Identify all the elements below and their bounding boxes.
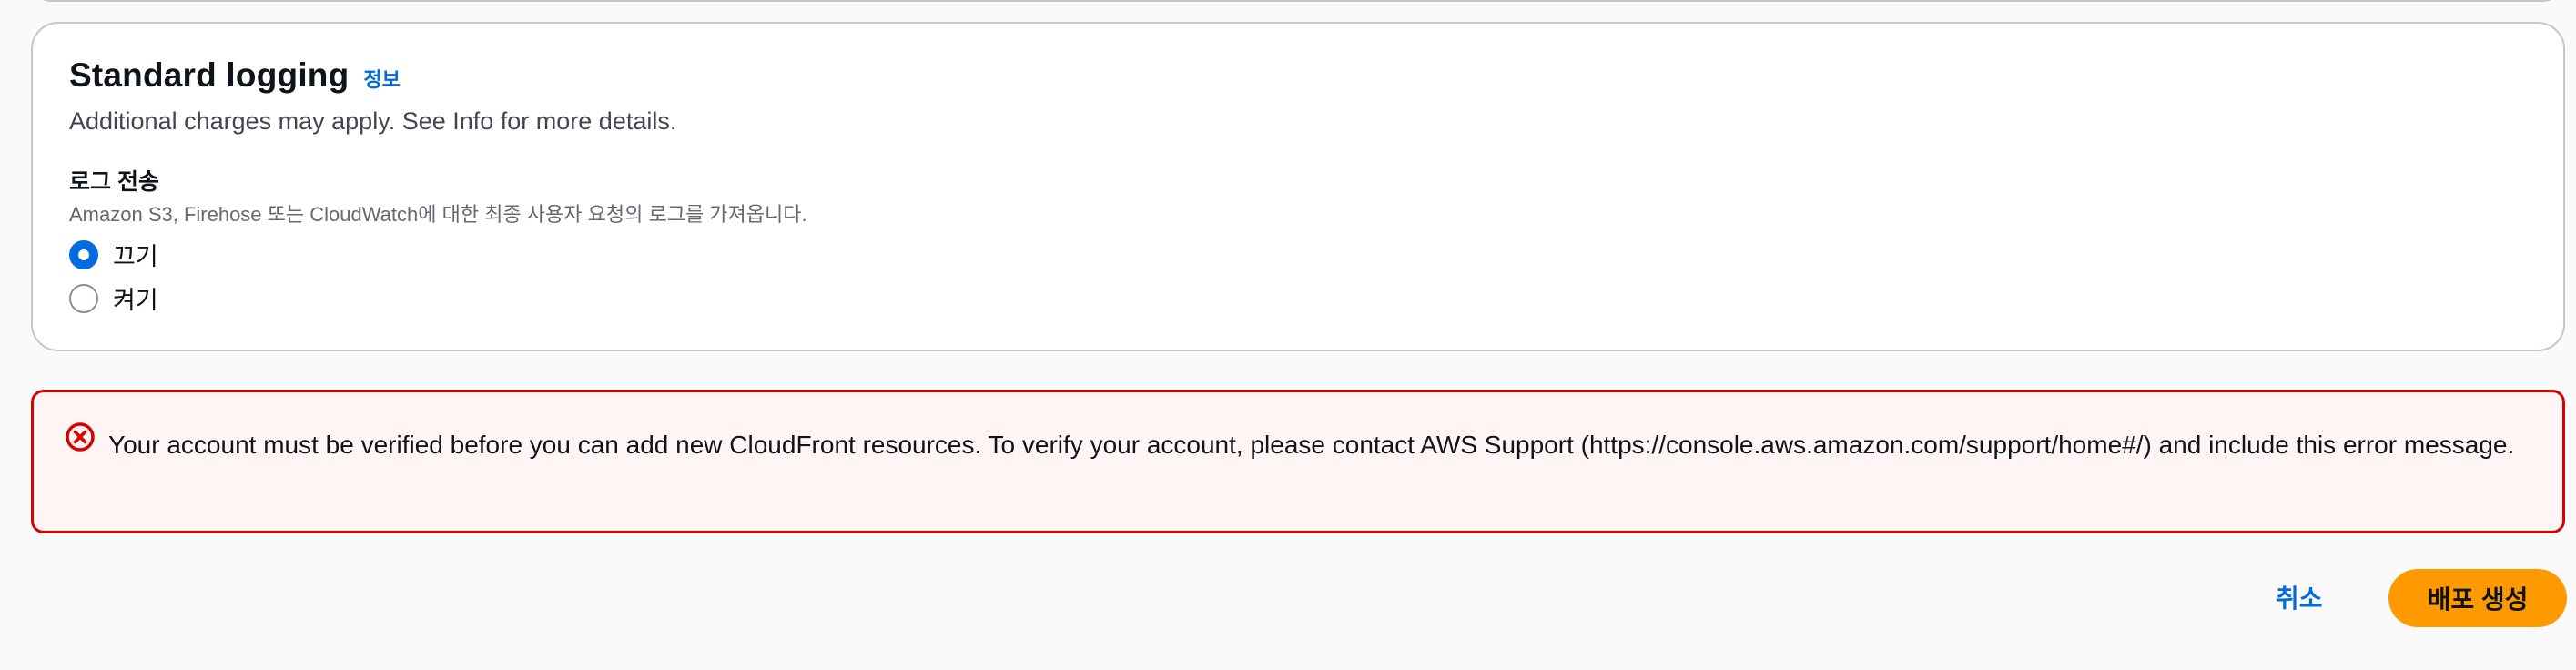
radio-button-unselected[interactable] bbox=[69, 283, 98, 313]
error-alert: Your account must be verified before you… bbox=[31, 390, 2565, 533]
radio-label-off: 끄기 bbox=[113, 243, 158, 270]
error-message: Your account must be verified before you… bbox=[108, 431, 2515, 459]
log-delivery-label: 로그 전송 bbox=[69, 169, 159, 195]
card-description: Additional charges may apply. See Info f… bbox=[69, 107, 677, 135]
standard-logging-card: Standard logging 정보 Additional charges m… bbox=[31, 22, 2565, 351]
radio-label-on: 켜기 bbox=[113, 287, 158, 314]
card-title: Standard logging bbox=[69, 56, 350, 94]
radio-option-on[interactable]: 켜기 bbox=[69, 280, 158, 316]
radio-button-selected[interactable] bbox=[69, 239, 98, 269]
log-delivery-description: Amazon S3, Firehose 또는 CloudWatch에 대한 최종… bbox=[69, 203, 807, 226]
create-distribution-button[interactable]: 배포 생성 bbox=[2388, 569, 2567, 627]
radio-option-off[interactable]: 끄기 bbox=[69, 237, 158, 272]
info-link[interactable]: 정보 bbox=[363, 64, 400, 93]
error-circle-x-icon bbox=[66, 422, 95, 452]
previous-section-card-edge bbox=[31, 0, 2563, 2]
card-header: Standard logging 정보 bbox=[69, 56, 401, 95]
cloudfront-create-distribution-page: Standard logging 정보 Additional charges m… bbox=[0, 0, 2576, 670]
cancel-button[interactable]: 취소 bbox=[2276, 579, 2323, 615]
